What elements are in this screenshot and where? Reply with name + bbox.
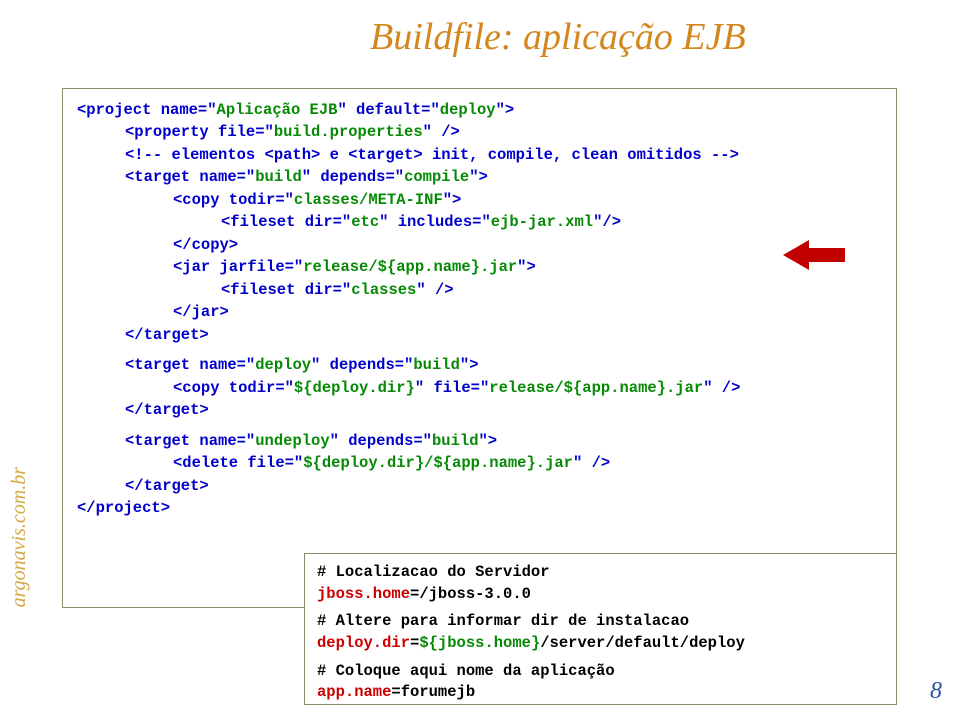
code-text: <fileset dir=" <box>221 281 351 299</box>
code-text: " depends=" <box>302 168 404 186</box>
code-text: <target name=" <box>125 432 255 450</box>
code-text: "> <box>496 101 515 119</box>
props-key: deploy.dir <box>317 634 410 652</box>
code-text: "> <box>469 168 488 186</box>
props-val: /server/default/deploy <box>540 634 745 652</box>
code-text: ejb-jar.xml <box>491 213 593 231</box>
code-text: <delete file=" <box>173 454 303 472</box>
code-text: undeploy <box>255 432 329 450</box>
code-text: release/${app.name}.jar <box>303 258 517 276</box>
code-text: <jar jarfile=" <box>173 258 303 276</box>
page-number: 8 <box>930 678 942 705</box>
code-text: </target> <box>125 477 209 495</box>
code-text: build <box>255 168 302 186</box>
props-comment: # Coloque aqui nome da aplicação <box>317 662 615 680</box>
code-text: deploy <box>440 101 496 119</box>
code-text: " /> <box>423 123 460 141</box>
code-text: " /> <box>703 379 740 397</box>
code-text: <copy todir=" <box>173 191 294 209</box>
code-text: ${deploy.dir}/${app.name}.jar <box>303 454 573 472</box>
props-val: = <box>410 634 419 652</box>
code-text: <fileset dir=" <box>221 213 351 231</box>
code-text: "> <box>517 258 536 276</box>
props-val: ${jboss.home} <box>419 634 540 652</box>
code-text: compile <box>404 168 469 186</box>
code-text: "/> <box>593 213 621 231</box>
code-text: deploy <box>255 356 311 374</box>
code-text: </project> <box>77 499 170 517</box>
code-text: "> <box>460 356 479 374</box>
props-comment: # Altere para informar dir de instalacao <box>317 612 689 630</box>
code-comment: <!-- elementos <path> e <target> init, c… <box>125 146 739 164</box>
code-text: <target name=" <box>125 356 255 374</box>
code-text: </target> <box>125 401 209 419</box>
code-text: "> <box>443 191 462 209</box>
props-val: =/jboss-3.0.0 <box>410 585 531 603</box>
code-text: </jar> <box>173 303 229 321</box>
code-text: </target> <box>125 326 209 344</box>
code-text: <target name=" <box>125 168 255 186</box>
code-text: Aplicação EJB <box>217 101 338 119</box>
props-comment: # Localizacao do Servidor <box>317 563 550 581</box>
code-block-buildprops: # Localizacao do Servidor jboss.home=/jb… <box>304 553 897 705</box>
code-text: <project name=" <box>77 101 217 119</box>
slide-title: Buildfile: aplicação EJB <box>370 15 746 59</box>
code-text: <property file=" <box>125 123 274 141</box>
props-key: jboss.home <box>317 585 410 603</box>
code-text: classes/META-INF <box>294 191 443 209</box>
brand-label: argonavis.com.br <box>8 467 31 607</box>
code-text: etc <box>351 213 379 231</box>
code-text: "> <box>479 432 498 450</box>
code-text: <copy todir=" <box>173 379 294 397</box>
code-text: release/${app.name}.jar <box>489 379 703 397</box>
code-text: " depends=" <box>330 432 432 450</box>
code-text: classes <box>351 281 416 299</box>
code-text: " default=" <box>337 101 439 119</box>
highlight-arrow-icon <box>783 240 845 270</box>
code-text: ${deploy.dir} <box>294 379 415 397</box>
props-val: =forumejb <box>391 683 475 701</box>
code-text: " /> <box>573 454 610 472</box>
code-text: build <box>413 356 460 374</box>
code-text: " includes=" <box>379 213 491 231</box>
code-text: " depends=" <box>311 356 413 374</box>
code-text: </copy> <box>173 236 238 254</box>
code-text: build <box>432 432 479 450</box>
code-block-buildxml: <project name="Aplicação EJB" default="d… <box>62 88 897 608</box>
code-text: build.properties <box>274 123 423 141</box>
code-text: " /> <box>416 281 453 299</box>
code-text: " file=" <box>415 379 489 397</box>
props-key: app.name <box>317 683 391 701</box>
